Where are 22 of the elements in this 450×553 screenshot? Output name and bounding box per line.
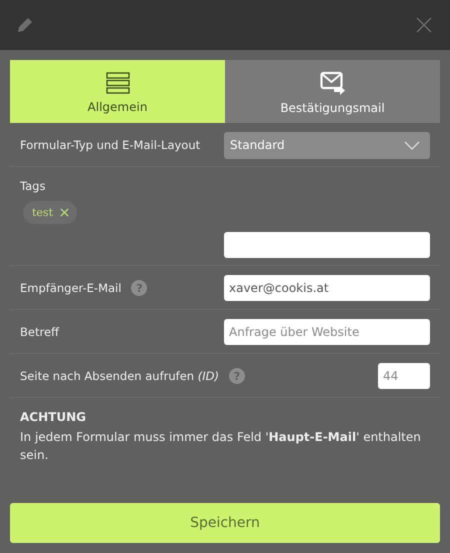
email-input-field[interactable]: xaver@cookis.at — [224, 275, 430, 301]
field-label: Formular-Typ und E-Mail-Layout — [20, 138, 200, 152]
tag-chip: test — [23, 201, 77, 224]
notice-title: ACHTUNG — [20, 409, 87, 426]
tag-input-field[interactable] — [224, 232, 430, 258]
tab[interactable]: Allgemein — [10, 60, 225, 123]
layout-dropdown[interactable]: Standard — [224, 132, 430, 158]
remove-icon[interactable] — [60, 208, 69, 217]
page-id-input-field[interactable]: 44 — [378, 363, 430, 389]
field-label: Empfänger-E-Mail — [20, 281, 122, 295]
field-label: Seite nach Absenden aufrufen (ID) — [20, 369, 219, 383]
chevron-down-icon — [404, 140, 420, 150]
tab[interactable]: Bestätigungsmail — [225, 60, 440, 123]
close-icon[interactable] — [416, 17, 432, 33]
save-button[interactable]: Speichern — [10, 503, 440, 543]
list-icon — [106, 72, 130, 94]
notice-text: In jedem Formular muss immer das Feld 'Haupt-E-Mail' enthalten sein. — [20, 429, 422, 464]
field-label: Tags — [20, 179, 46, 193]
pencil-icon[interactable] — [15, 15, 35, 35]
subject-input-field[interactable]: Anfrage über Website — [224, 319, 430, 345]
field-label: Betreff — [20, 325, 59, 339]
mail-forward-icon — [320, 71, 346, 95]
